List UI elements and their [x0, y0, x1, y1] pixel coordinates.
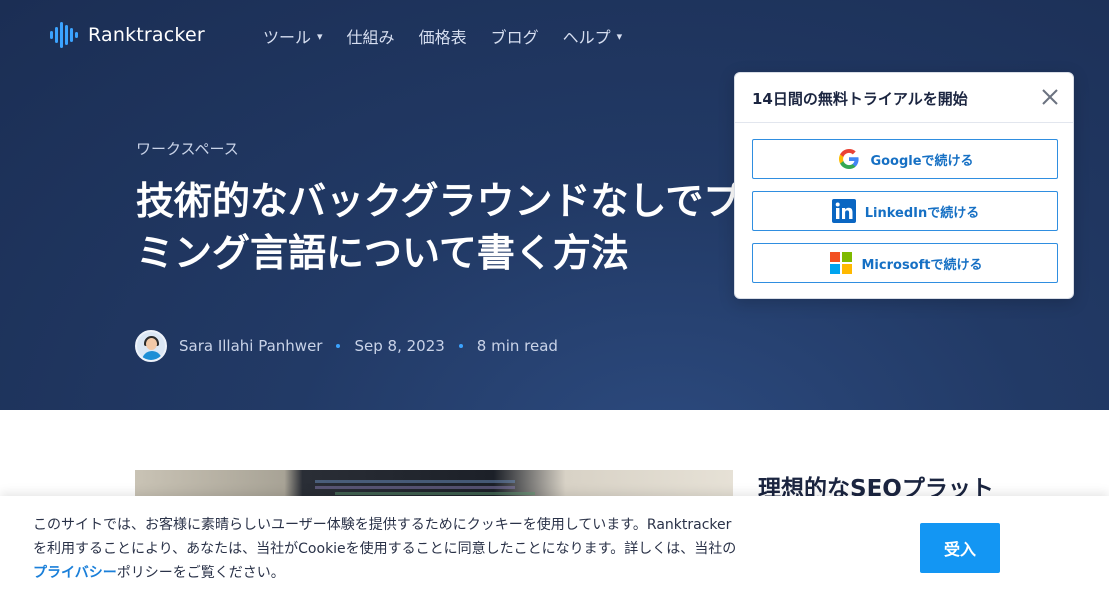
- nav-item-label: ブログ: [490, 28, 539, 47]
- microsoft-button-label: Microsoftで続ける: [861, 257, 983, 273]
- nav-item-label: ヘルプ: [562, 28, 611, 47]
- article-title: 技術的なバックグラウンドなしでプログラ ミング言語について書く方法: [136, 175, 756, 279]
- title-line-2: ミング言語について書く方法: [136, 231, 629, 275]
- separator-dot: [336, 344, 341, 348]
- article-category[interactable]: ワークスペース: [136, 138, 239, 159]
- privacy-policy-link[interactable]: プライバシー: [33, 565, 117, 581]
- brand-name: Ranktracker: [88, 24, 205, 46]
- ranktracker-logo-icon: [50, 22, 78, 48]
- nav-item-label: 仕組み: [346, 28, 395, 47]
- nav-item-tools[interactable]: ツール ▾: [263, 24, 323, 48]
- trial-signup-popup: 14日間の無料トライアルを開始 Googleで続ける LinkedInで続ける …: [734, 72, 1074, 299]
- cookie-banner: このサイトでは、お客様に素晴らしいユーザー体験を提供するためにクッキーを使用して…: [0, 496, 1109, 600]
- cookie-line-2: を利用することにより、あなたは、当社がCookieを使用することに同意したことに…: [33, 541, 737, 557]
- accept-cookies-button[interactable]: 受入: [920, 523, 1000, 573]
- google-signin-button[interactable]: Googleで続ける: [752, 139, 1058, 179]
- nav-item-how-it-works[interactable]: 仕組み: [347, 24, 395, 48]
- chevron-down-icon: ▾: [616, 29, 623, 43]
- nav-item-help[interactable]: ヘルプ ▾: [563, 24, 623, 48]
- author-avatar[interactable]: [135, 330, 167, 362]
- nav-item-pricing[interactable]: 価格表: [419, 24, 467, 48]
- cookie-line-1: このサイトでは、お客様に素晴らしいユーザー体験を提供するためにクッキーを使用して…: [33, 517, 732, 533]
- popup-title: 14日間の無料トライアルを開始: [752, 90, 968, 108]
- article-meta: Sara Illahi Panhwer Sep 8, 2023 8 min re…: [135, 330, 558, 362]
- nav-item-blog[interactable]: ブログ: [491, 24, 539, 48]
- google-button-label: Googleで続ける: [870, 153, 974, 169]
- microsoft-icon: [828, 250, 854, 276]
- popup-header: 14日間の無料トライアルを開始: [735, 73, 1073, 123]
- chevron-down-icon: ▾: [317, 29, 323, 43]
- separator-dot: [458, 344, 463, 348]
- top-nav: Ranktracker ツール ▾ 仕組み 価格表 ブログ ヘルプ ▾: [0, 0, 1109, 72]
- cookie-message: このサイトでは、お客様に素晴らしいユーザー体験を提供するためにクッキーを使用して…: [33, 513, 853, 585]
- nav-links: ツール ▾ 仕組み 価格表 ブログ ヘルプ ▾: [263, 24, 646, 48]
- close-icon[interactable]: [1039, 86, 1061, 108]
- linkedin-icon: [831, 198, 857, 224]
- brand-logo[interactable]: Ranktracker: [50, 22, 205, 48]
- publish-date: Sep 8, 2023: [354, 337, 445, 355]
- nav-item-label: 価格表: [418, 28, 467, 47]
- title-line-1: 技術的なバックグラウンドなしでプログラ: [136, 179, 756, 223]
- author-name[interactable]: Sara Illahi Panhwer: [179, 337, 322, 355]
- cookie-line-3: プライバシーポリシーをご覧ください。: [33, 561, 853, 585]
- read-time: 8 min read: [476, 337, 558, 355]
- nav-item-label: ツール: [263, 28, 312, 47]
- google-icon: [836, 146, 862, 172]
- linkedin-signin-button[interactable]: LinkedInで続ける: [752, 191, 1058, 231]
- microsoft-signin-button[interactable]: Microsoftで続ける: [752, 243, 1058, 283]
- cookie-line-3-text: ポリシーをご覧ください。: [116, 565, 285, 581]
- linkedin-button-label: LinkedInで続ける: [864, 205, 980, 221]
